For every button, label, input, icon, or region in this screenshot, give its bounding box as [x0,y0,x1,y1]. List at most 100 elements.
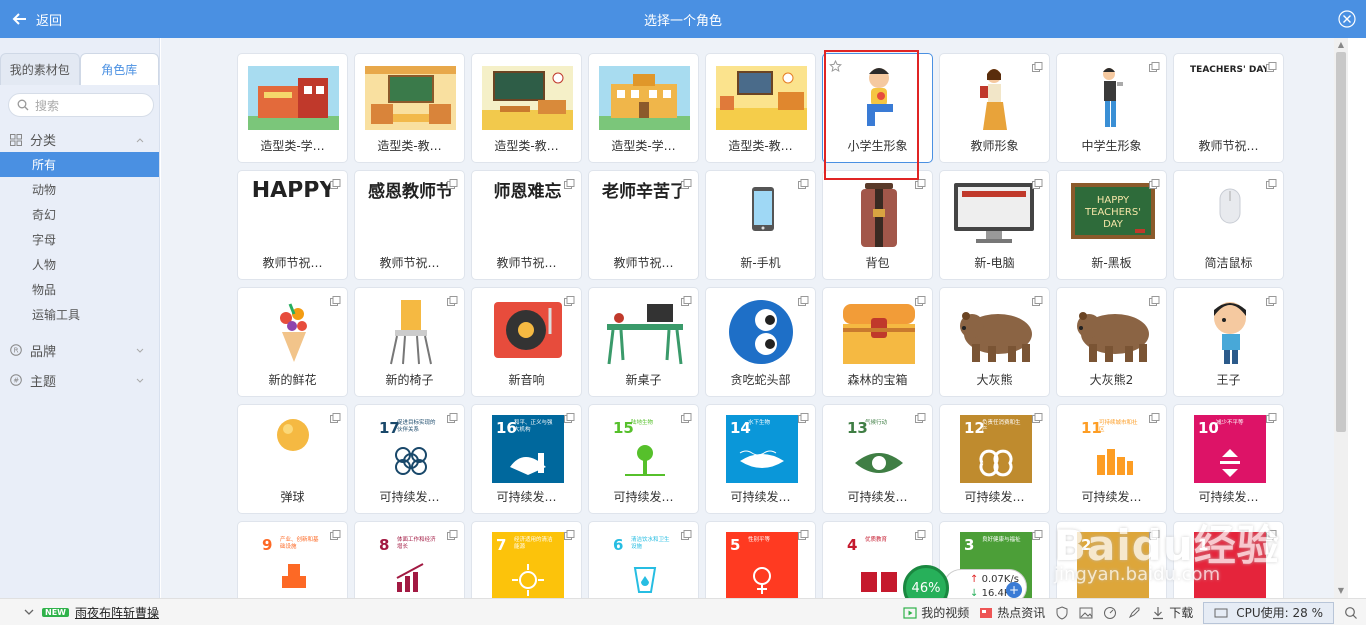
character-card[interactable]: 王子 [1173,287,1284,397]
copy-icon[interactable] [564,296,575,307]
character-card[interactable]: 造型类-教… [705,53,816,163]
news-link[interactable]: 雨夜布阵斩曹操 [75,604,159,621]
character-card[interactable]: 感恩教师节 教师节祝… [354,170,465,280]
character-card[interactable]: 中学生形象 [1056,53,1167,163]
category-items[interactable]: 物品 [0,277,159,302]
copy-icon[interactable] [564,179,575,190]
copy-icon[interactable] [564,413,575,424]
image-icon[interactable] [1079,606,1093,620]
copy-icon[interactable] [1032,530,1043,541]
copy-icon[interactable] [330,179,341,190]
copy-icon[interactable] [447,179,458,190]
character-card[interactable]: 新的鲜花 [237,287,348,397]
character-card[interactable]: 师恩难忘 教师节祝… [471,170,582,280]
search-input[interactable]: 搜索 [8,93,154,117]
copy-icon[interactable] [798,530,809,541]
cpu-usage-indicator[interactable]: CPU使用: 28 % [1203,601,1334,624]
speedometer-icon[interactable] [1103,606,1117,620]
hot-news-button[interactable]: 热点资讯 [979,604,1045,621]
copy-icon[interactable] [447,530,458,541]
character-card[interactable]: 老师辛苦了 教师节祝… [588,170,699,280]
copy-icon[interactable] [1149,296,1160,307]
brand-group-header[interactable]: R 品牌 [0,335,159,365]
tab-my-materials[interactable]: 我的素材包 [0,53,80,85]
character-card[interactable]: 12 负责任消费和生产可持续发… [939,404,1050,514]
character-card[interactable]: TEACHERS' DAY 教师节祝… [1173,53,1284,163]
category-group-header[interactable]: 分类 [0,127,159,152]
character-card[interactable]: 教师形象 [939,53,1050,163]
copy-icon[interactable] [798,296,809,307]
copy-icon[interactable] [915,530,926,541]
scroll-up-arrow[interactable]: ▲ [1336,40,1346,50]
character-card[interactable]: 5 性别平等 [705,521,816,598]
character-card[interactable]: 新桌子 [588,287,699,397]
copy-icon[interactable] [915,413,926,424]
copy-icon[interactable] [1149,413,1160,424]
star-icon[interactable] [829,60,842,73]
copy-icon[interactable] [1266,62,1277,73]
copy-icon[interactable] [915,179,926,190]
copy-icon[interactable] [798,413,809,424]
scroll-down-arrow[interactable]: ▼ [1336,586,1346,596]
character-card[interactable]: 8 体面工作和经济 增长 [354,521,465,598]
copy-icon[interactable] [330,530,341,541]
copy-icon[interactable] [1266,413,1277,424]
character-card[interactable]: 新的椅子 [354,287,465,397]
character-card[interactable]: 新-电脑 [939,170,1050,280]
copy-icon[interactable] [1032,296,1043,307]
copy-icon[interactable] [1149,62,1160,73]
copy-icon[interactable] [1266,179,1277,190]
copy-icon[interactable] [564,530,575,541]
character-card[interactable]: 贪吃蛇头部 [705,287,816,397]
character-card[interactable]: HAPPY 教师节祝… [237,170,348,280]
character-card[interactable]: 11 可持续城市和社区可持续发… [1056,404,1167,514]
character-card[interactable]: 造型类-学… [237,53,348,163]
character-card[interactable]: 背包 [822,170,933,280]
character-card[interactable]: 10 减少不平等 可持续发… [1173,404,1284,514]
copy-icon[interactable] [915,296,926,307]
copy-icon[interactable] [681,179,692,190]
character-card[interactable]: 1 [1173,521,1284,598]
character-card[interactable]: 造型类-教… [354,53,465,163]
character-card[interactable]: 小学生形象 [822,53,933,163]
character-card[interactable]: 13 气候行动 可持续发… [822,404,933,514]
character-card[interactable]: 7 经济适用的清洁 能源 [471,521,582,598]
rocket-icon[interactable] [1127,606,1141,620]
character-card[interactable]: 造型类-学… [588,53,699,163]
category-letters[interactable]: 字母 [0,227,159,252]
vertical-scrollbar[interactable]: ▲ ▼ [1334,38,1348,598]
theme-group-header[interactable]: # 主题 [0,365,159,395]
character-card[interactable]: 森林的宝箱 [822,287,933,397]
character-card[interactable]: 2 [1056,521,1167,598]
tab-character-library[interactable]: 角色库 [79,53,159,85]
copy-icon[interactable] [1266,296,1277,307]
character-card[interactable]: 16 和平、正义与强 大机构 可持续发… [471,404,582,514]
close-icon[interactable] [1338,10,1356,28]
character-card[interactable]: HAPPY TEACHERS' DAY 新-黑板 [1056,170,1167,280]
news-item[interactable]: NEW 雨夜布阵斩曹操 [0,604,159,621]
shield-icon[interactable] [1055,605,1069,620]
category-fantasy[interactable]: 奇幻 [0,202,159,227]
character-card[interactable]: 简洁鼠标 [1173,170,1284,280]
my-video-button[interactable]: 我的视频 [903,604,969,621]
character-card[interactable]: 9 产业、创新和基 础设施 [237,521,348,598]
character-card[interactable]: 大灰熊 [939,287,1050,397]
category-transport[interactable]: 运输工具 [0,302,159,327]
copy-icon[interactable] [1149,179,1160,190]
character-card[interactable]: 15 陆地生物 可持续发… [588,404,699,514]
copy-icon[interactable] [1032,179,1043,190]
copy-icon[interactable] [1032,62,1043,73]
category-people[interactable]: 人物 [0,252,159,277]
character-card[interactable]: 大灰熊2 [1056,287,1167,397]
copy-icon[interactable] [330,413,341,424]
character-card[interactable]: 新音响 [471,287,582,397]
scroll-thumb[interactable] [1336,52,1346,432]
copy-icon[interactable] [1149,530,1160,541]
copy-icon[interactable] [681,530,692,541]
character-card[interactable]: 弹球 [237,404,348,514]
copy-icon[interactable] [330,296,341,307]
download-button[interactable]: 下载 [1151,604,1193,621]
copy-icon[interactable] [681,296,692,307]
category-animals[interactable]: 动物 [0,177,159,202]
character-card[interactable]: 17 促进目标实现的 伙伴关系 可持续发… [354,404,465,514]
